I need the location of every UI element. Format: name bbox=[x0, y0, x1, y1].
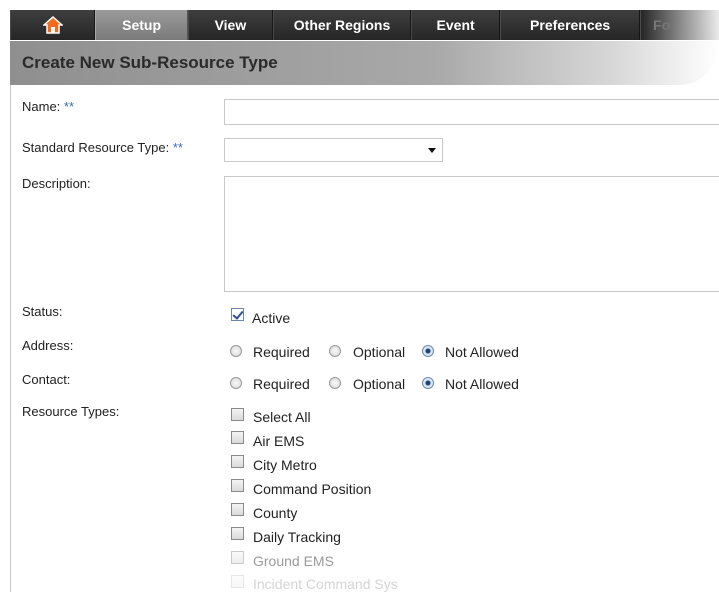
resource-type-checkbox[interactable] bbox=[231, 455, 244, 468]
std-type-label: Standard Resource Type: ** bbox=[22, 140, 183, 155]
resource-type-label: County bbox=[253, 505, 298, 521]
nav-event[interactable]: Event bbox=[410, 10, 501, 40]
chevron-down-icon bbox=[428, 148, 436, 153]
top-nav-bar: Setup View Other Regions Event Preferenc… bbox=[10, 10, 719, 40]
status-active-label: Active bbox=[252, 310, 291, 326]
resource-type-label: Daily Tracking bbox=[253, 529, 341, 545]
description-label: Description: bbox=[22, 176, 91, 191]
resource-type-checkbox[interactable] bbox=[231, 479, 244, 492]
resource-type-checkbox[interactable] bbox=[231, 503, 244, 516]
resource-type-checkbox[interactable] bbox=[231, 431, 244, 444]
address-label: Address: bbox=[22, 338, 74, 353]
nav-preferences[interactable]: Preferences bbox=[500, 10, 641, 40]
resource-type-label: Command Position bbox=[253, 481, 372, 497]
status-label: Status: bbox=[22, 304, 63, 319]
home-icon bbox=[42, 16, 63, 34]
address-not-allowed-radio[interactable] bbox=[422, 345, 434, 357]
page-edge bbox=[10, 85, 11, 592]
resource-type-label: Ground EMS bbox=[253, 553, 334, 569]
name-label-text: Name: bbox=[22, 99, 61, 114]
contact-optional-label: Optional bbox=[353, 376, 406, 392]
address-required-label: Required bbox=[253, 344, 310, 360]
nav-view[interactable]: View bbox=[187, 10, 274, 40]
std-type-label-text: Standard Resource Type: bbox=[22, 140, 170, 155]
nav-other-regions[interactable]: Other Regions bbox=[273, 10, 411, 40]
resource-type-label: Select All bbox=[253, 409, 311, 425]
address-not-allowed-label: Not Allowed bbox=[445, 344, 519, 360]
resource-types-label: Resource Types: bbox=[22, 404, 120, 419]
address-optional-label: Optional bbox=[353, 344, 406, 360]
resource-type-checkbox[interactable] bbox=[231, 575, 244, 588]
nav-more[interactable]: Fo bbox=[640, 10, 719, 40]
status-active-checkbox[interactable] bbox=[231, 308, 244, 321]
required-marker: ** bbox=[172, 140, 183, 155]
page-title: Create New Sub-Resource Type bbox=[22, 53, 278, 72]
page-title-bar: Create New Sub-Resource Type bbox=[10, 41, 719, 85]
contact-not-allowed-radio[interactable] bbox=[422, 377, 434, 389]
contact-not-allowed-label: Not Allowed bbox=[445, 376, 519, 392]
contact-required-radio[interactable] bbox=[230, 377, 242, 389]
name-input[interactable] bbox=[224, 99, 719, 125]
name-label: Name: ** bbox=[22, 99, 74, 114]
resource-type-select-all-checkbox[interactable] bbox=[231, 408, 244, 421]
standard-resource-type-select[interactable] bbox=[224, 138, 443, 162]
resource-type-label: Incident Command Sys bbox=[253, 576, 398, 592]
resource-type-checkbox[interactable] bbox=[231, 551, 244, 564]
contact-label: Contact: bbox=[22, 372, 71, 387]
contact-required-label: Required bbox=[253, 376, 310, 392]
nav-setup[interactable]: Setup bbox=[95, 10, 188, 40]
resource-type-label: City Metro bbox=[253, 457, 317, 473]
resource-type-checkbox[interactable] bbox=[231, 527, 244, 540]
address-required-radio[interactable] bbox=[230, 345, 242, 357]
nav-home[interactable] bbox=[10, 10, 96, 40]
contact-optional-radio[interactable] bbox=[329, 377, 341, 389]
description-textarea[interactable] bbox=[224, 176, 719, 292]
required-marker: ** bbox=[63, 99, 75, 114]
resource-type-label: Air EMS bbox=[253, 433, 305, 449]
address-optional-radio[interactable] bbox=[329, 345, 341, 357]
